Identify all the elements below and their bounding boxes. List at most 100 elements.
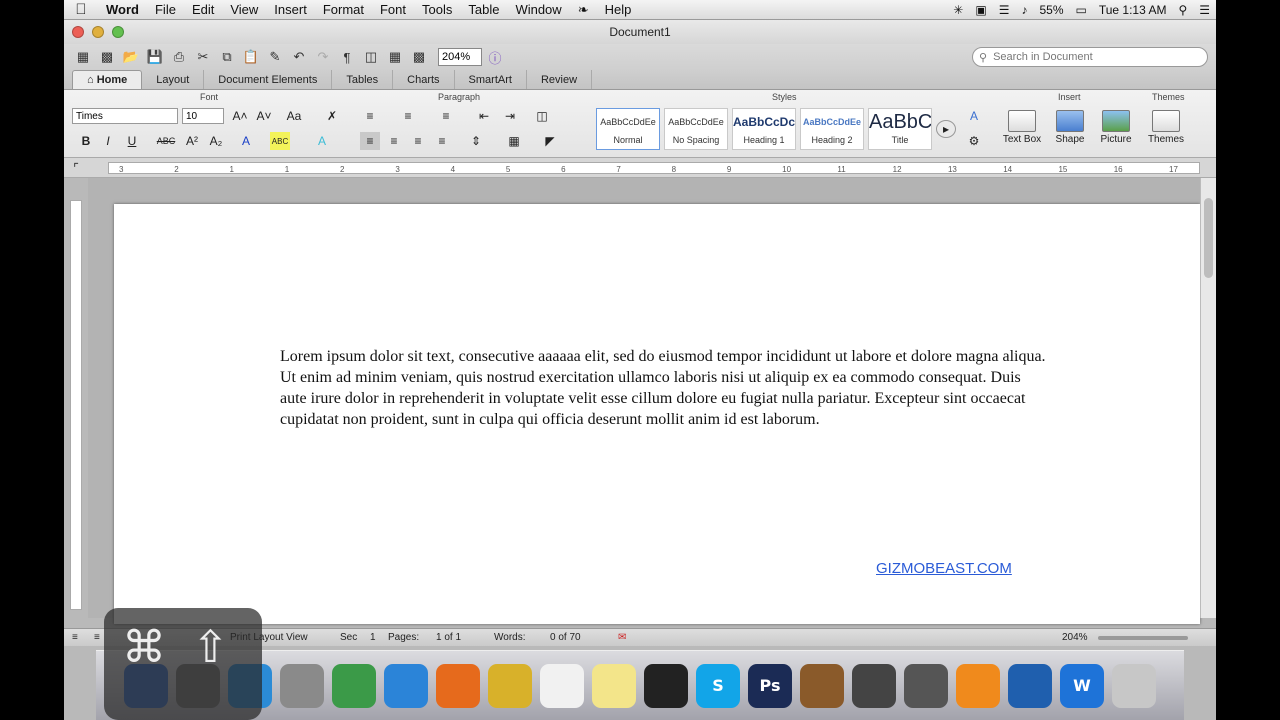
shading-icon[interactable]: ◤ xyxy=(540,132,560,150)
dock-terminal-icon[interactable] xyxy=(644,663,688,708)
show-formatting-icon[interactable]: ¶ xyxy=(336,47,358,67)
battery-percent[interactable]: 55% xyxy=(1033,3,1069,17)
bold-icon[interactable]: B xyxy=(76,132,96,150)
templates-icon[interactable]: ▩ xyxy=(96,47,118,67)
toolbox-icon[interactable]: ▩ xyxy=(408,47,430,67)
gallery-icon[interactable]: ▦ xyxy=(384,47,406,67)
dock-photoshop-icon[interactable]: Ps xyxy=(748,663,792,708)
sidebar-icon[interactable]: ◫ xyxy=(360,47,382,67)
text-box-button[interactable]: Text Box xyxy=(1000,110,1044,145)
grow-font-icon[interactable]: A˄ xyxy=(230,107,250,125)
numbering-icon[interactable]: ≡ xyxy=(398,107,418,125)
dock-preview-icon[interactable] xyxy=(332,663,376,708)
notification-icon[interactable]: ☰ xyxy=(1193,3,1216,17)
help-icon[interactable]: ⓘ xyxy=(484,47,506,67)
font-name-select[interactable]: Times xyxy=(72,108,178,124)
copy-icon[interactable]: ⧉ xyxy=(216,47,238,67)
dock-trash-icon[interactable] xyxy=(1112,663,1156,708)
align-left-icon[interactable]: ≡ xyxy=(360,132,380,150)
menu-tools[interactable]: Tools xyxy=(414,2,460,17)
scrollbar-thumb[interactable] xyxy=(1204,198,1213,278)
dock-imovie-icon[interactable] xyxy=(852,663,896,708)
borders-icon[interactable]: ▦ xyxy=(504,132,524,150)
dock-final-cut-icon[interactable] xyxy=(904,663,948,708)
dock-firefox-icon[interactable] xyxy=(436,663,480,708)
tab-review[interactable]: Review xyxy=(527,70,593,89)
save-icon[interactable]: 💾 xyxy=(144,47,166,67)
horizontal-ruler[interactable]: ⌜ 3 2 1 1 2 3 4 5 6 7 8 9 10 11 12 13 14 15 16 17 xyxy=(64,158,1216,178)
spotlight-icon[interactable]: ⚲ xyxy=(1172,3,1193,17)
document-page[interactable]: Lorem ipsum dolor sit text, consecutive … xyxy=(114,204,1200,624)
draft-view-icon[interactable]: ≡ xyxy=(72,632,78,643)
search-input[interactable]: ⚲ Search in Document xyxy=(972,47,1208,67)
bluetooth-icon[interactable]: ✳ xyxy=(947,3,969,17)
dock-safari-icon[interactable] xyxy=(384,663,428,708)
dock-word-icon[interactable]: W xyxy=(1060,663,1104,708)
style-options-icon[interactable]: A xyxy=(964,107,984,125)
clear-formatting-icon[interactable]: ✗ xyxy=(322,107,342,125)
dock-quicktime-icon[interactable] xyxy=(1008,663,1052,708)
dock-garageband-icon[interactable] xyxy=(800,663,844,708)
font-color-icon[interactable]: A xyxy=(236,132,256,150)
undo-icon[interactable]: ↶ xyxy=(288,47,310,67)
menu-insert[interactable]: Insert xyxy=(266,2,315,17)
lock-icon[interactable]: ▣ xyxy=(969,3,992,17)
strikethrough-icon[interactable]: ABC xyxy=(156,132,176,150)
open-icon[interactable]: 📂 xyxy=(120,47,142,67)
highlight-icon[interactable]: ABC xyxy=(270,132,290,150)
volume-icon[interactable]: ♪ xyxy=(1015,3,1033,17)
vertical-scrollbar[interactable] xyxy=(1200,178,1216,618)
vertical-ruler[interactable] xyxy=(70,200,82,610)
dock-textedit-icon[interactable] xyxy=(540,663,584,708)
redo-icon[interactable]: ↷ xyxy=(312,47,334,67)
tab-tables[interactable]: Tables xyxy=(332,70,394,89)
dock-launchpad-icon[interactable] xyxy=(280,663,324,708)
tab-document-elements[interactable]: Document Elements xyxy=(204,70,333,89)
document-body-text[interactable]: Lorem ipsum dolor sit text, consecutive … xyxy=(280,346,1050,430)
decrease-indent-icon[interactable]: ⇤ xyxy=(474,107,494,125)
line-spacing-icon[interactable]: ⇕ xyxy=(466,132,486,150)
manage-styles-icon[interactable]: ⚙ xyxy=(964,132,984,150)
dock-stickies-icon[interactable] xyxy=(592,663,636,708)
multilevel-list-icon[interactable]: ≡ xyxy=(436,107,456,125)
tab-stop-icon[interactable]: ⌜ xyxy=(68,159,84,177)
increase-indent-icon[interactable]: ⇥ xyxy=(500,107,520,125)
change-case-icon[interactable]: Aa xyxy=(284,107,304,125)
superscript-icon[interactable]: A² xyxy=(182,132,202,150)
menu-table[interactable]: Table xyxy=(460,2,507,17)
tab-home[interactable]: ⌂ Home xyxy=(72,70,143,89)
styles-next-icon[interactable]: ▸ xyxy=(936,120,956,138)
menu-window[interactable]: Window xyxy=(507,2,569,17)
apple-icon[interactable]:  xyxy=(64,1,98,18)
style-title[interactable]: AaBbC Title xyxy=(868,108,932,150)
style-heading-2[interactable]: AaBbCcDdEe Heading 2 xyxy=(800,108,864,150)
menu-file[interactable]: File xyxy=(147,2,184,17)
justify-icon[interactable]: ≡ xyxy=(432,132,452,150)
tab-charts[interactable]: Charts xyxy=(393,70,455,89)
paste-icon[interactable]: 📋 xyxy=(240,47,262,67)
cut-icon[interactable]: ✂ xyxy=(192,47,214,67)
subscript-icon[interactable]: A₂ xyxy=(206,132,226,150)
dock-skype-icon[interactable]: S xyxy=(696,663,740,708)
style-no-spacing[interactable]: AaBbCcDdEe No Spacing xyxy=(664,108,728,150)
font-size-select[interactable]: 10 xyxy=(182,108,224,124)
script-menu-icon[interactable]: ❧ xyxy=(570,2,597,18)
italic-icon[interactable]: I xyxy=(98,132,118,150)
menu-app-name[interactable]: Word xyxy=(98,2,147,17)
menu-format[interactable]: Format xyxy=(315,2,372,17)
shape-button[interactable]: Shape xyxy=(1048,110,1092,145)
align-right-icon[interactable]: ≡ xyxy=(408,132,428,150)
align-center-icon[interactable]: ≡ xyxy=(384,132,404,150)
outline-view-icon[interactable]: ≡ xyxy=(94,632,100,643)
wifi-icon[interactable]: ☰ xyxy=(993,3,1016,17)
dock-word-alt-icon[interactable] xyxy=(488,663,532,708)
new-document-icon[interactable]: ▦ xyxy=(72,47,94,67)
menu-help[interactable]: Help xyxy=(597,2,640,17)
tab-layout[interactable]: Layout xyxy=(142,70,205,89)
print-icon[interactable]: ⎙ xyxy=(168,47,190,67)
clock[interactable]: Tue 1:13 AM xyxy=(1093,3,1173,17)
themes-button[interactable]: Themes xyxy=(1144,110,1188,145)
zoom-slider[interactable] xyxy=(1098,636,1188,640)
text-effects-icon[interactable]: A xyxy=(312,132,332,150)
battery-icon[interactable]: ▭ xyxy=(1070,3,1093,17)
